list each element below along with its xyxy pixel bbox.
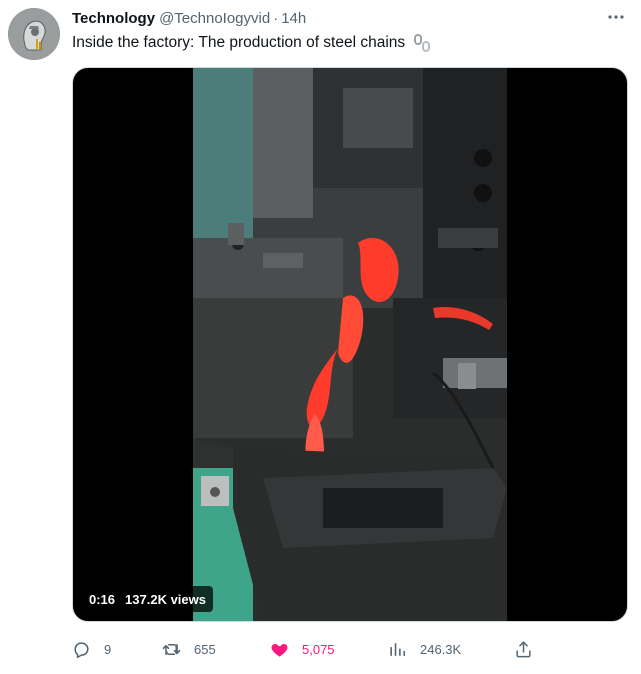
like-button[interactable]: 5,075 xyxy=(270,640,335,659)
avatar[interactable] xyxy=(8,8,60,60)
reply-count: 9 xyxy=(104,641,112,657)
video-views: 137.2K views xyxy=(125,591,206,607)
tweet-header: Technology @TechnoIogyvid · 14h xyxy=(72,8,306,28)
tweet-actions-bar: 9 655 5,075 246.3K xyxy=(72,636,552,662)
retweet-button[interactable]: 655 xyxy=(162,640,216,659)
like-count: 5,075 xyxy=(302,641,335,657)
robot-head-avatar-image xyxy=(8,8,60,60)
tweet-card[interactable]: Technology @TechnoIogyvid · 14h Inside t… xyxy=(0,0,641,674)
header-separator: · xyxy=(273,9,279,27)
share-button[interactable] xyxy=(514,640,533,659)
factory-chain-video-still xyxy=(193,68,507,621)
author-handle[interactable]: @TechnoIogyvid xyxy=(159,10,270,27)
share-upload-icon xyxy=(516,640,531,657)
more-dots-icon xyxy=(608,15,624,19)
video-duration: 0:16 xyxy=(89,591,116,607)
video-info-overlay: 0:16 137.2K views xyxy=(82,586,213,612)
views-count: 246.3K xyxy=(420,641,462,657)
chain-link-icon xyxy=(412,33,432,53)
views-button[interactable]: 246.3K xyxy=(388,640,461,659)
video-player[interactable]: 0:16 137.2K views xyxy=(72,67,628,622)
tweet-text-body: Inside the factory: The production of st… xyxy=(72,34,406,51)
views-bar-chart-icon xyxy=(390,642,406,656)
tweet-timestamp[interactable]: 14h xyxy=(281,10,306,27)
retweet-icon xyxy=(162,643,181,655)
retweet-count: 655 xyxy=(194,641,216,657)
reply-icon xyxy=(74,641,89,658)
heart-filled-icon xyxy=(271,643,288,657)
reply-button[interactable]: 9 xyxy=(72,640,111,659)
author-name[interactable]: Technology xyxy=(72,10,155,27)
more-options-button[interactable] xyxy=(603,6,629,28)
tweet-text: Inside the factory: The production of st… xyxy=(72,33,432,53)
video-frame[interactable] xyxy=(193,68,507,621)
